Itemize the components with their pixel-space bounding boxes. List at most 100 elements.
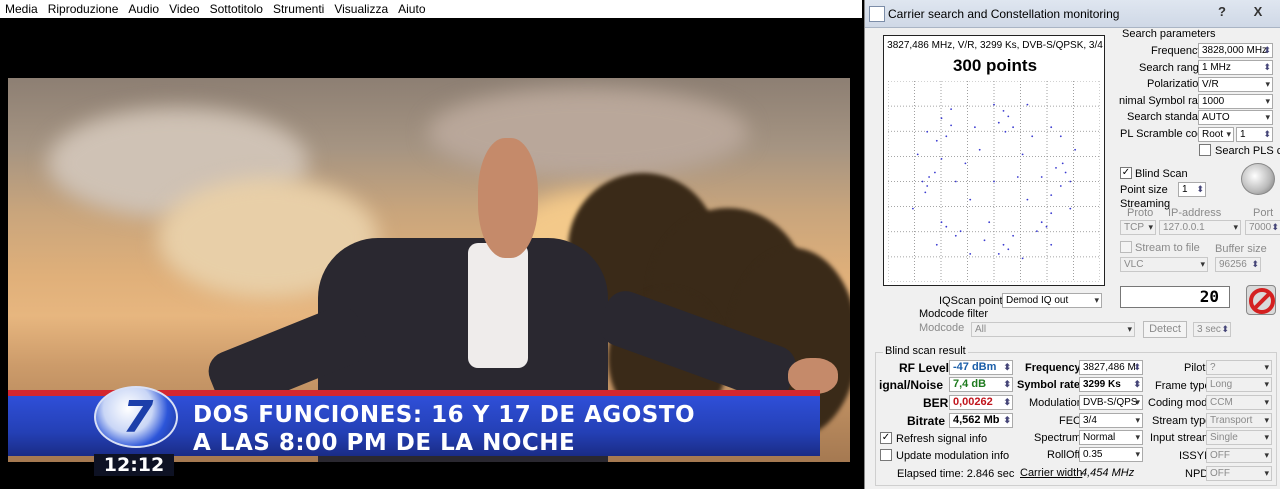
result-symbol-rate-value: 3299 Ks bbox=[1079, 377, 1143, 392]
iq-point bbox=[950, 108, 952, 110]
modcode-select[interactable]: All bbox=[971, 322, 1135, 337]
carrier-info: 3827,486 MHz, V/R, 3299 Ks, DVB-S/QPSK, … bbox=[887, 40, 1103, 51]
menu-view[interactable]: Visualizza bbox=[329, 0, 393, 18]
search-pls-checkbox[interactable] bbox=[1199, 144, 1211, 156]
detect-button[interactable]: Detect bbox=[1143, 321, 1187, 338]
iqscan-point-select[interactable]: Demod IQ out bbox=[1002, 293, 1102, 308]
issyi-select[interactable]: OFF bbox=[1206, 448, 1272, 463]
blind-scan-label: Blind Scan bbox=[1135, 168, 1188, 180]
iq-point bbox=[1007, 248, 1010, 251]
search-parameters-title: Search parameters bbox=[1122, 28, 1216, 40]
iq-point bbox=[1069, 207, 1072, 210]
carrier-width-value: 4,454 MHz bbox=[1081, 467, 1135, 479]
frame-type-label: Frame type bbox=[1155, 380, 1211, 392]
satellite-dish-icon[interactable] bbox=[1241, 163, 1275, 195]
iq-point bbox=[934, 171, 936, 174]
signal-noise-value: 7,4 dB bbox=[949, 377, 1013, 392]
menu-audio[interactable]: Audio bbox=[123, 0, 164, 18]
result-symbol-rate-label: Symbol rate bbox=[1017, 379, 1080, 391]
iq-point bbox=[1069, 180, 1072, 183]
stop-sign-icon bbox=[1249, 288, 1275, 314]
player-select[interactable]: VLC bbox=[1120, 257, 1208, 272]
iq-point bbox=[928, 176, 930, 178]
iq-point bbox=[1007, 115, 1010, 118]
iq-point bbox=[1061, 162, 1064, 165]
iq-point bbox=[1031, 135, 1034, 138]
pls-code-label: PL Scramble code bbox=[1120, 128, 1210, 140]
headline-line-2: A LAS 8:00 PM DE LA NOCHE bbox=[193, 430, 576, 456]
iq-point bbox=[1055, 167, 1057, 169]
stop-button[interactable] bbox=[1246, 285, 1276, 315]
min-symbol-rate-select[interactable]: 1000 bbox=[1198, 94, 1273, 109]
frame-type-select[interactable]: Long bbox=[1206, 377, 1272, 392]
iq-point bbox=[954, 234, 957, 237]
carrier-search-dialog: Carrier search and Constellation monitor… bbox=[864, 0, 1280, 489]
search-range-input[interactable]: 1 MHz bbox=[1198, 60, 1273, 75]
port-input[interactable]: 7000 bbox=[1245, 220, 1280, 235]
buffer-size-input[interactable]: 96256 bbox=[1215, 257, 1261, 272]
stream-type-label: Stream type bbox=[1152, 415, 1212, 427]
pls-value-input[interactable]: 1 bbox=[1236, 127, 1273, 142]
iq-point bbox=[1059, 185, 1062, 187]
coding-mode-label: Coding mode bbox=[1148, 397, 1214, 409]
rolloff-label: RollOff bbox=[1047, 449, 1081, 461]
pilot-select[interactable]: ? bbox=[1206, 360, 1272, 375]
iq-point bbox=[1059, 135, 1062, 138]
constellation-plot bbox=[888, 81, 1100, 282]
stream-to-file-checkbox[interactable] bbox=[1120, 241, 1132, 253]
iq-point bbox=[1012, 126, 1014, 129]
input-stream-label: Input stream bbox=[1150, 432, 1212, 444]
coding-mode-select[interactable]: CCM bbox=[1206, 395, 1272, 410]
iq-point bbox=[1021, 153, 1024, 156]
detect-seconds-input[interactable]: 3 sec bbox=[1193, 322, 1231, 337]
stream-type-select[interactable]: Transport bbox=[1206, 413, 1272, 428]
polarization-select[interactable]: V/R bbox=[1198, 77, 1273, 92]
menu-tools[interactable]: Strumenti bbox=[268, 0, 329, 18]
spectrum-select[interactable]: Normal bbox=[1079, 430, 1143, 445]
refresh-signal-checkbox[interactable]: ✓ bbox=[880, 432, 892, 444]
point-size-input[interactable]: 1 bbox=[1178, 182, 1206, 197]
result-frequency-label: Frequency bbox=[1025, 362, 1081, 374]
menu-media[interactable]: Media bbox=[0, 0, 43, 18]
counter-display: 20 bbox=[1120, 286, 1230, 308]
modulation-label: Modulation bbox=[1029, 397, 1083, 409]
proto-select[interactable]: TCP bbox=[1120, 220, 1156, 235]
blind-scan-checkbox[interactable]: ✓ bbox=[1120, 167, 1132, 179]
channel-7-logo: 7 bbox=[94, 386, 178, 448]
menu-video[interactable]: Video bbox=[164, 0, 204, 18]
stream-to-file-label: Stream to file bbox=[1135, 242, 1200, 254]
ip-address-select[interactable]: 127.0.0.1 bbox=[1159, 220, 1241, 235]
menu-playback[interactable]: Riproduzione bbox=[43, 0, 124, 18]
ber-label: BER bbox=[923, 396, 949, 410]
modulation-select[interactable]: DVB-S/QPS bbox=[1079, 395, 1143, 410]
rolloff-select[interactable]: 0.35 bbox=[1079, 447, 1143, 462]
frequency-input[interactable]: 3828,000 MHz bbox=[1198, 43, 1273, 58]
pls-mode-select[interactable]: Root bbox=[1198, 127, 1234, 142]
iq-point bbox=[940, 117, 943, 120]
iq-point bbox=[1004, 130, 1007, 133]
polarization-label: Polarization bbox=[1147, 78, 1205, 90]
video-area[interactable]: 7 DOS FUNCIONES: 16 Y 17 DE AGOSTO A LAS… bbox=[0, 18, 862, 489]
fec-select[interactable]: 3/4 bbox=[1079, 413, 1143, 428]
iq-point bbox=[926, 185, 929, 187]
update-modulation-checkbox[interactable] bbox=[880, 449, 892, 461]
menu-subtitle[interactable]: Sottotitolo bbox=[205, 0, 268, 18]
help-button[interactable]: ? bbox=[1207, 3, 1237, 21]
iq-point bbox=[974, 126, 976, 129]
menu-help[interactable]: Aiuto bbox=[393, 0, 430, 18]
dialog-titlebar[interactable]: Carrier search and Constellation monitor… bbox=[865, 0, 1280, 28]
iq-point bbox=[964, 162, 967, 165]
iq-point bbox=[1036, 230, 1038, 233]
iq-point bbox=[1050, 212, 1053, 215]
input-stream-select[interactable]: Single bbox=[1206, 430, 1272, 445]
npd-select[interactable]: OFF bbox=[1206, 466, 1272, 481]
close-button[interactable]: X bbox=[1243, 3, 1273, 21]
dialog-title: Carrier search and Constellation monitor… bbox=[888, 7, 1120, 21]
ber-value: 0,00262 bbox=[949, 395, 1013, 410]
search-standard-select[interactable]: AUTO bbox=[1198, 110, 1273, 125]
carrier-width-label[interactable]: Carrier width bbox=[1020, 467, 1082, 479]
iq-point bbox=[954, 180, 957, 183]
rf-level-label: RF Level bbox=[899, 361, 950, 375]
iq-point bbox=[935, 243, 938, 246]
rf-level-value: -47 dBm bbox=[949, 360, 1013, 375]
